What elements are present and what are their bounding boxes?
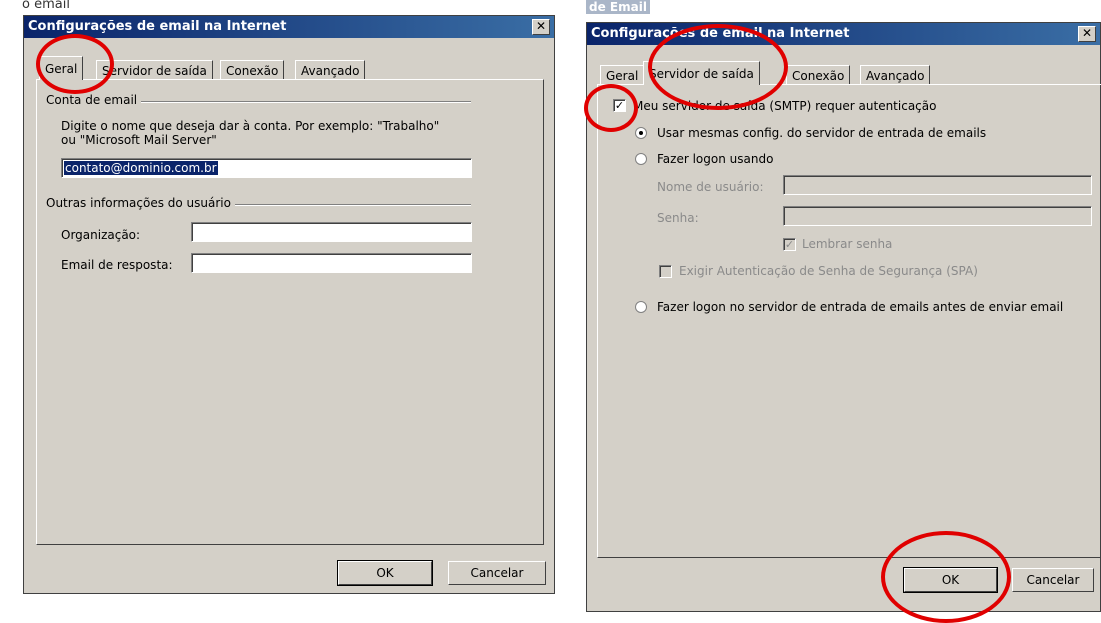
close-icon[interactable]: ✕ xyxy=(532,19,550,35)
tab-servidor-de-saida[interactable]: Servidor de saída xyxy=(96,60,213,80)
password-label: Senha: xyxy=(657,211,699,225)
right-dialog-title: Configurações de email na Internet xyxy=(591,26,850,41)
radio-logon-using-label: Fazer logon usando xyxy=(657,152,774,166)
right-settings-dialog: Configurações de email na Internet ✕ Ger… xyxy=(586,22,1101,612)
tab-conexao[interactable]: Conexão xyxy=(220,60,285,80)
reply-email-label: Email de resposta: xyxy=(61,258,173,272)
left-dialog-titlebar: Configurações de email na Internet ✕ xyxy=(24,16,554,38)
remember-password-label: Lembrar senha xyxy=(802,237,893,251)
organization-field[interactable] xyxy=(191,222,472,242)
account-help-line2: ou "Microsoft Mail Server" xyxy=(61,133,217,147)
right-above-title: de Email xyxy=(586,0,650,14)
email-account-group-label: Conta de email xyxy=(46,93,142,107)
tab-avancado[interactable]: Avançado xyxy=(860,65,931,85)
tab-servidor-de-saida[interactable]: Servidor de saída xyxy=(643,61,760,85)
tab-avancado[interactable]: Avançado xyxy=(295,60,366,80)
radio-logon-incoming-label: Fazer logon no servidor de entrada de em… xyxy=(657,300,1064,314)
spa-checkbox[interactable] xyxy=(659,265,672,278)
smtp-auth-checkbox[interactable]: ✓ xyxy=(613,99,626,112)
reply-email-field[interactable] xyxy=(191,253,472,273)
left-settings-dialog: Configurações de email na Internet ✕ Ger… xyxy=(23,15,555,594)
cancel-button[interactable]: Cancelar xyxy=(1012,568,1094,592)
radio-same-settings[interactable] xyxy=(635,127,647,139)
tab-geral[interactable]: Geral xyxy=(600,65,645,85)
spa-label: Exigir Autenticação de Senha de Seguranç… xyxy=(679,264,978,278)
radio-logon-using[interactable] xyxy=(635,153,647,165)
account-help-line1: Digite o nome que deseja dar à conta. Po… xyxy=(61,119,440,133)
user-info-group-label: Outras informações do usuário xyxy=(46,196,235,210)
username-field[interactable] xyxy=(783,175,1092,195)
radio-logon-incoming[interactable] xyxy=(635,301,647,313)
account-name-value: contato@dominio.com.br xyxy=(64,161,218,175)
radio-same-settings-label: Usar mesmas config. do servidor de entra… xyxy=(657,126,987,140)
left-caption: o email xyxy=(22,0,70,12)
smtp-auth-label: Meu servidor de saída (SMTP) requer aute… xyxy=(633,99,937,113)
left-tab-panel xyxy=(36,79,544,545)
ok-button[interactable]: OK xyxy=(903,567,998,593)
left-dialog-title: Configurações de email na Internet xyxy=(28,19,287,34)
cancel-button[interactable]: Cancelar xyxy=(448,561,546,585)
remember-password-checkbox[interactable]: ✓ xyxy=(783,238,796,251)
ok-button[interactable]: OK xyxy=(337,560,433,586)
password-field[interactable] xyxy=(783,206,1092,226)
account-name-field[interactable]: contato@dominio.com.br xyxy=(61,158,472,178)
close-icon[interactable]: ✕ xyxy=(1078,26,1096,42)
right-dialog-titlebar: Configurações de email na Internet ✕ xyxy=(587,23,1100,45)
organization-label: Organização: xyxy=(61,228,141,242)
tab-geral[interactable]: Geral xyxy=(39,56,84,80)
username-label: Nome de usuário: xyxy=(657,180,764,194)
tab-conexao[interactable]: Conexão xyxy=(786,65,851,85)
